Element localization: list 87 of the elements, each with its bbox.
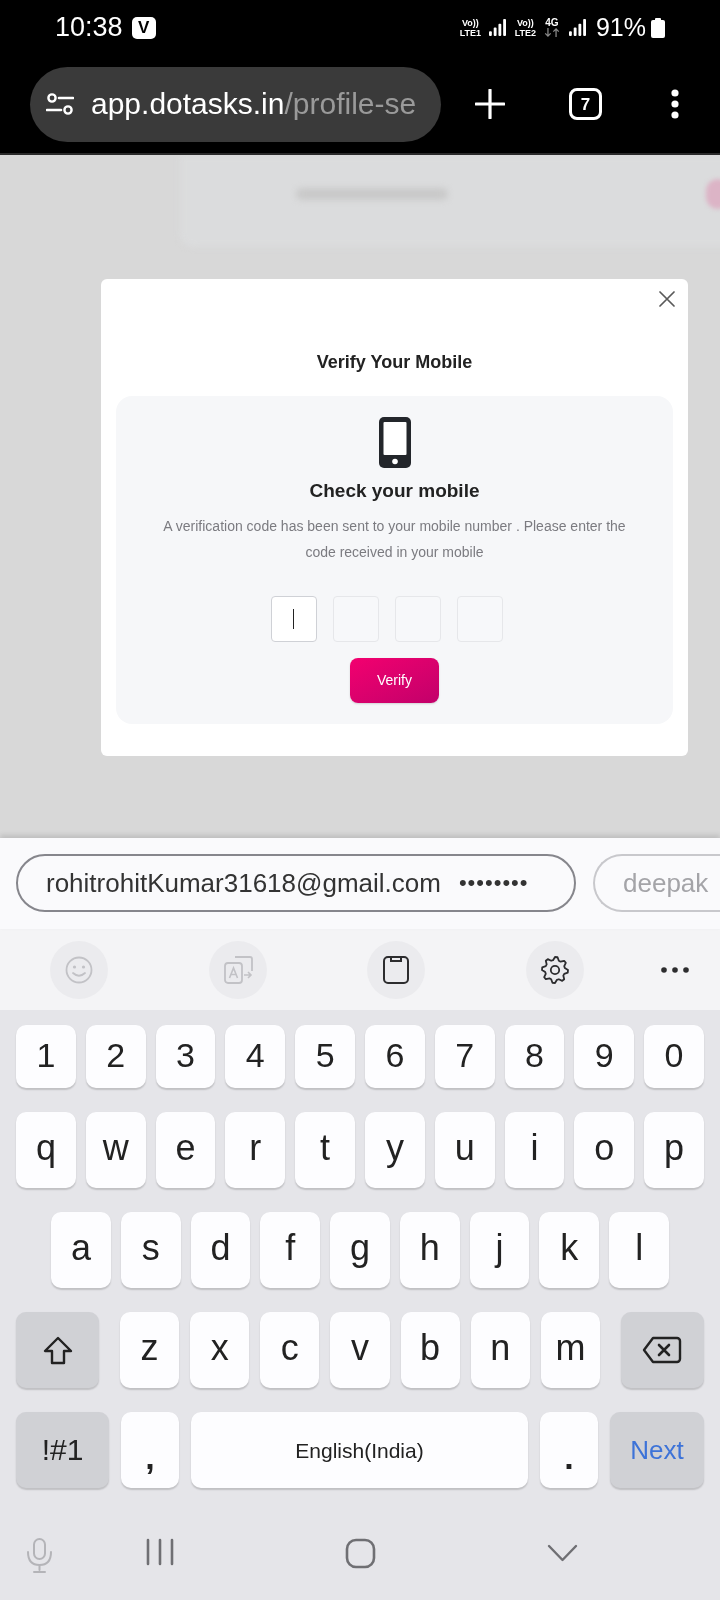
keyboard-key[interactable]: v — [330, 1312, 390, 1388]
keyboard-key[interactable]: 7 — [434, 1025, 495, 1088]
menu-button[interactable] — [671, 89, 679, 119]
network-label: LTE2 — [514, 27, 537, 38]
backspace-icon — [642, 1336, 683, 1364]
url-path: /profile-se — [284, 89, 417, 119]
close-icon — [659, 291, 675, 307]
keyboard-key[interactable]: a — [51, 1212, 111, 1288]
keyboard-key[interactable]: 3 — [155, 1025, 216, 1088]
keyboard-key[interactable]: o — [574, 1112, 635, 1188]
autofill-suggestion[interactable]: rohitrohitKumar31618@gmail.com •••••••• — [16, 854, 576, 912]
data-activity-icon — [543, 28, 560, 37]
symbols-key[interactable]: !#1 — [16, 1412, 109, 1488]
shift-key[interactable] — [16, 1312, 99, 1388]
chevron-down-icon[interactable] — [547, 1543, 578, 1563]
account-email: rohitrohitKumar31618@gmail.com — [46, 870, 441, 896]
dialog-title: Verify Your Mobile — [316, 351, 473, 374]
keyboard-key[interactable]: w — [85, 1112, 146, 1188]
recents-icon[interactable] — [146, 1538, 174, 1566]
keyboard-key[interactable]: 0 — [644, 1025, 704, 1088]
more-button[interactable] — [661, 965, 689, 974]
keyboard-key[interactable]: g — [330, 1212, 390, 1288]
sliders-icon[interactable] — [46, 92, 74, 116]
signal-icon — [568, 19, 586, 36]
keyboard-key[interactable]: f — [260, 1212, 321, 1288]
network-label: LTE1 — [459, 27, 482, 38]
text-cursor-icon — [292, 609, 295, 629]
keyboard-key[interactable]: 5 — [295, 1025, 355, 1088]
keyboard-key[interactable]: e — [155, 1112, 216, 1188]
battery-icon — [651, 17, 665, 38]
account-email: deepak — [623, 870, 709, 896]
keyboard-key[interactable]: z — [120, 1312, 180, 1388]
keyboard-key[interactable]: y — [365, 1112, 425, 1188]
keyboard-key[interactable]: r — [225, 1112, 286, 1188]
keyboard-key[interactable]: j — [469, 1212, 530, 1288]
keyboard-key[interactable]: d — [190, 1212, 251, 1288]
keyboard-key[interactable]: t — [295, 1112, 355, 1188]
otp-input[interactable] — [270, 596, 317, 642]
battery-percent: 91% — [595, 15, 646, 40]
home-icon[interactable] — [345, 1538, 376, 1569]
keyboard-key[interactable]: 1 — [16, 1025, 76, 1088]
plus-icon — [475, 89, 505, 119]
space-bar[interactable]: English(India) — [191, 1412, 528, 1488]
url-host: app.dotasks.in — [91, 89, 285, 119]
verification-message: A verification code has been sent to your mobile number . Please enter the code received in your mobile — [162, 517, 627, 562]
keyboard-key[interactable]: 2 — [85, 1025, 146, 1088]
notification-badge: V — [131, 16, 156, 39]
keyboard-key[interactable]: 8 — [504, 1025, 565, 1088]
keyboard-key[interactable]: i — [504, 1112, 565, 1188]
smartphone-icon — [378, 417, 411, 468]
verify-button[interactable]: Verify — [350, 658, 439, 703]
address-bar[interactable]: app.dotasks.in/profile-se — [30, 66, 441, 142]
volte-label: Vo)) — [462, 17, 479, 28]
keyboard-key[interactable]: c — [260, 1312, 320, 1388]
backspace-key[interactable] — [621, 1312, 704, 1388]
keyboard-key[interactable]: k — [539, 1212, 600, 1288]
menu-icon — [671, 89, 679, 119]
clipboard-icon — [383, 955, 409, 984]
status-time: 10:38 — [55, 14, 123, 41]
settings-icon — [541, 955, 569, 984]
keyboard-key[interactable]: l — [609, 1212, 670, 1288]
panel-heading: Check your mobile — [309, 479, 480, 503]
keyboard-key[interactable]: n — [470, 1312, 530, 1388]
keyboard-key[interactable]: m — [540, 1312, 600, 1388]
keyboard-key[interactable]: . — [540, 1412, 598, 1488]
data-type-label: 4G — [545, 18, 559, 28]
keyboard-key[interactable]: 6 — [365, 1025, 425, 1088]
volte-label: Vo)) — [517, 17, 534, 28]
close-button[interactable] — [659, 291, 675, 307]
keyboard-key[interactable]: q — [16, 1112, 76, 1188]
keyboard-key[interactable]: u — [434, 1112, 495, 1188]
translate-icon — [223, 955, 253, 984]
shift-icon — [41, 1335, 74, 1365]
keyboard-key[interactable]: s — [120, 1212, 181, 1288]
keyboard-key[interactable]: 4 — [225, 1025, 286, 1088]
keyboard-key[interactable]: x — [190, 1312, 250, 1388]
tab-switcher-button[interactable]: 7 — [569, 88, 602, 120]
keyboard-key[interactable]: , — [121, 1412, 179, 1488]
keyboard-key[interactable]: h — [399, 1212, 460, 1288]
keyboard-key[interactable]: b — [400, 1312, 460, 1388]
smiley-icon — [65, 955, 93, 984]
keyboard-key[interactable]: 9 — [574, 1025, 635, 1088]
signal-icon — [488, 19, 506, 36]
new-tab-button[interactable] — [475, 89, 505, 119]
more-icon — [661, 965, 689, 974]
keyboard-key[interactable]: p — [644, 1112, 704, 1188]
password-mask: •••••••• — [458, 872, 529, 894]
